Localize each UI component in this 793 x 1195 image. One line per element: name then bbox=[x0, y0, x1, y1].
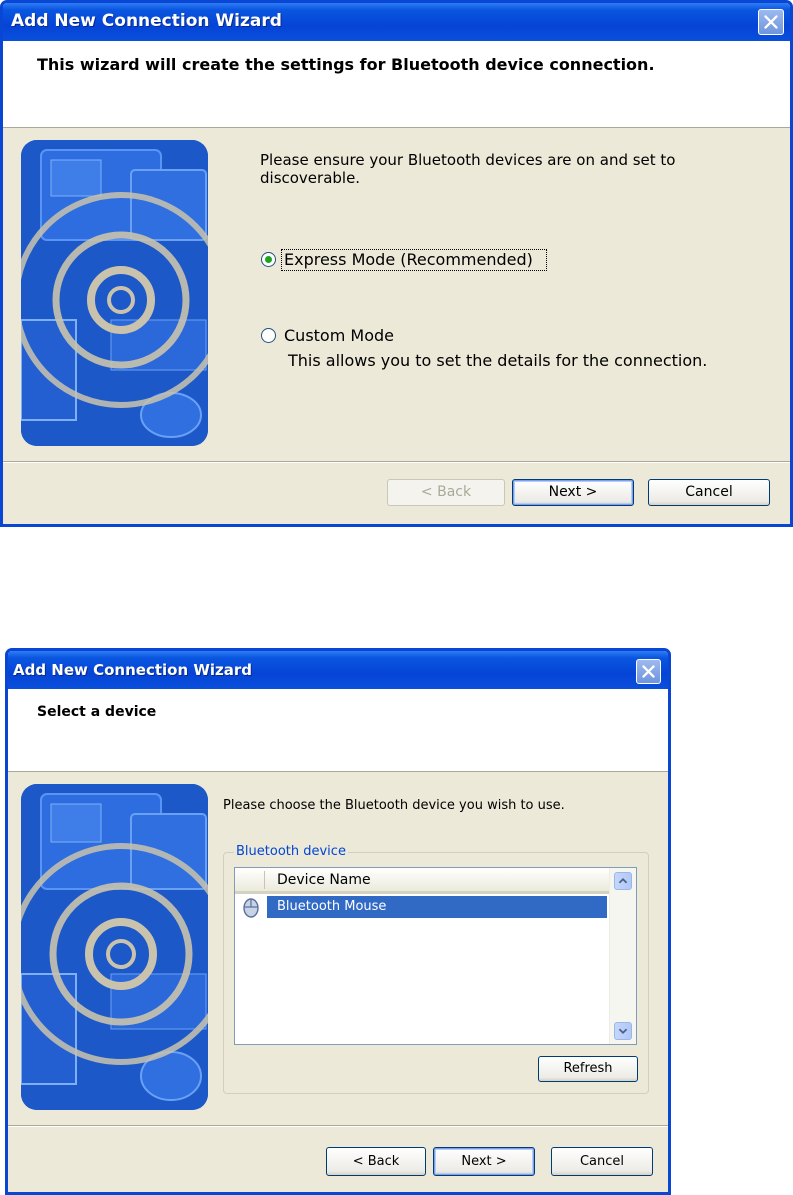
express-mode-radio[interactable] bbox=[261, 252, 276, 267]
back-button-label: < Back bbox=[352, 1154, 400, 1169]
title-bar[interactable]: Add New Connection Wizard bbox=[3, 3, 790, 41]
wizard-window-2: Add New Connection Wizard Select a devic… bbox=[5, 648, 671, 1195]
radio-selected-dot bbox=[265, 256, 272, 263]
cancel-button-label: Cancel bbox=[579, 1154, 625, 1169]
cancel-button-label: Cancel bbox=[685, 484, 733, 500]
button-separator bbox=[3, 461, 790, 463]
cancel-button[interactable]: Cancel bbox=[551, 1147, 653, 1176]
button-separator bbox=[8, 1125, 668, 1127]
chevron-up-icon bbox=[618, 877, 628, 884]
device-name: Bluetooth Mouse bbox=[277, 899, 387, 914]
device-list[interactable]: Device Name Bluetooth Mouse bbox=[234, 867, 637, 1045]
scroll-up-button[interactable] bbox=[614, 872, 632, 890]
scroll-down-button[interactable] bbox=[614, 1022, 632, 1040]
next-button[interactable]: Next > bbox=[433, 1147, 535, 1176]
window-title: Add New Connection Wizard bbox=[13, 661, 253, 679]
mouse-icon bbox=[243, 898, 259, 918]
instruction-text-line2: discoverable. bbox=[260, 169, 361, 187]
close-icon bbox=[642, 665, 655, 678]
next-button[interactable]: Next > bbox=[512, 479, 634, 506]
cancel-button[interactable]: Cancel bbox=[648, 479, 770, 506]
instruction-text-line1: Please ensure your Bluetooth devices are… bbox=[260, 151, 676, 169]
refresh-button[interactable]: Refresh bbox=[538, 1056, 638, 1082]
list-header: Device Name bbox=[235, 868, 609, 894]
wizard-header: Select a device bbox=[8, 689, 668, 772]
bluetooth-illustration bbox=[21, 140, 208, 446]
column-header-device-name[interactable]: Device Name bbox=[277, 872, 371, 888]
custom-mode-label[interactable]: Custom Mode bbox=[284, 326, 394, 345]
group-label: Bluetooth device bbox=[234, 844, 348, 859]
window-title: Add New Connection Wizard bbox=[11, 11, 282, 31]
bluetooth-illustration bbox=[21, 784, 208, 1110]
custom-mode-description: This allows you to set the details for t… bbox=[288, 351, 708, 370]
close-button[interactable] bbox=[636, 659, 661, 684]
close-icon bbox=[764, 15, 778, 29]
list-item[interactable]: Bluetooth Mouse bbox=[235, 896, 609, 918]
chevron-down-icon bbox=[618, 1028, 628, 1035]
wizard-window-1: Add New Connection Wizard This wizard wi… bbox=[0, 0, 793, 527]
next-button-label: Next > bbox=[548, 484, 598, 500]
next-button-label: Next > bbox=[461, 1154, 507, 1169]
title-bar[interactable]: Add New Connection Wizard bbox=[8, 651, 668, 689]
back-button[interactable]: < Back bbox=[326, 1147, 426, 1176]
refresh-button-label: Refresh bbox=[563, 1061, 613, 1076]
header-text: This wizard will create the settings for… bbox=[37, 55, 655, 74]
express-mode-label[interactable]: Express Mode (Recommended) bbox=[284, 250, 533, 269]
back-button[interactable]: < Back bbox=[387, 479, 505, 506]
back-button-label: < Back bbox=[420, 484, 472, 500]
wizard-header: This wizard will create the settings for… bbox=[3, 41, 790, 128]
vertical-scrollbar[interactable] bbox=[609, 868, 636, 1044]
header-text: Select a device bbox=[37, 704, 157, 720]
instruction-text: Please choose the Bluetooth device you w… bbox=[223, 798, 565, 813]
close-button[interactable] bbox=[758, 9, 784, 35]
custom-mode-radio[interactable] bbox=[261, 328, 276, 343]
